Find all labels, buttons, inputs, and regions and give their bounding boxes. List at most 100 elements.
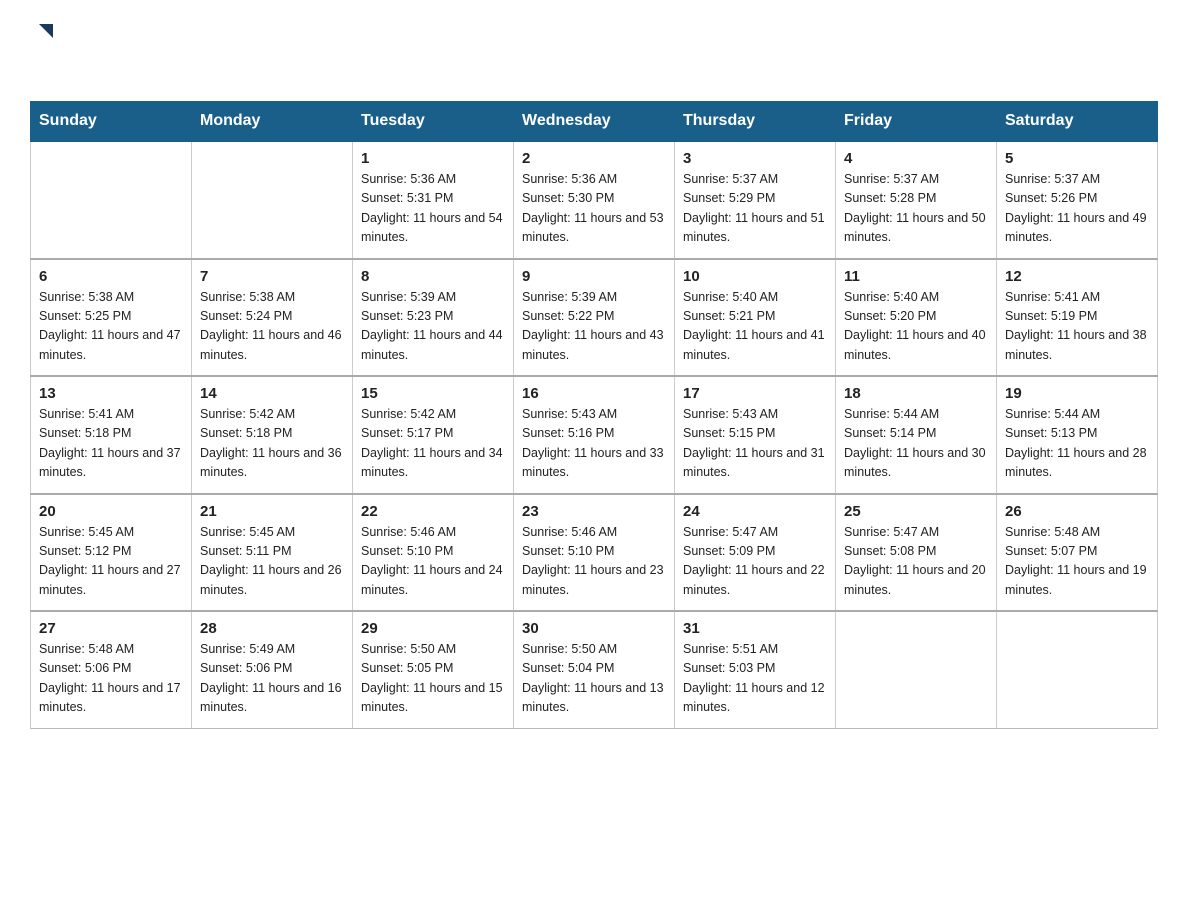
day-info: Sunrise: 5:49 AMSunset: 5:06 PMDaylight:… <box>200 640 344 718</box>
day-info: Sunrise: 5:36 AMSunset: 5:30 PMDaylight:… <box>522 170 666 248</box>
calendar-week-row: 27 Sunrise: 5:48 AMSunset: 5:06 PMDayligh… <box>31 611 1158 728</box>
calendar-cell: 17 Sunrise: 5:43 AMSunset: 5:15 PMDayligh… <box>675 376 836 494</box>
calendar-header-saturday: Saturday <box>997 102 1158 142</box>
day-info: Sunrise: 5:43 AMSunset: 5:16 PMDaylight:… <box>522 405 666 483</box>
day-info: Sunrise: 5:44 AMSunset: 5:13 PMDaylight:… <box>1005 405 1149 483</box>
day-number: 28 <box>200 620 344 637</box>
day-info: Sunrise: 5:37 AMSunset: 5:26 PMDaylight:… <box>1005 170 1149 248</box>
calendar-cell: 30 Sunrise: 5:50 AMSunset: 5:04 PMDayligh… <box>514 611 675 728</box>
day-info: Sunrise: 5:46 AMSunset: 5:10 PMDaylight:… <box>361 523 505 601</box>
day-number: 19 <box>1005 385 1149 402</box>
day-info: Sunrise: 5:41 AMSunset: 5:18 PMDaylight:… <box>39 405 183 483</box>
calendar-header-wednesday: Wednesday <box>514 102 675 142</box>
day-info: Sunrise: 5:39 AMSunset: 5:23 PMDaylight:… <box>361 288 505 366</box>
day-info: Sunrise: 5:45 AMSunset: 5:12 PMDaylight:… <box>39 523 183 601</box>
calendar-cell <box>836 611 997 728</box>
day-number: 22 <box>361 503 505 520</box>
day-number: 24 <box>683 503 827 520</box>
calendar-cell: 3Sunrise: 5:37 AMSunset: 5:29 PMDaylight… <box>675 141 836 259</box>
calendar-cell: 18 Sunrise: 5:44 AMSunset: 5:14 PMDayligh… <box>836 376 997 494</box>
day-info: Sunrise: 5:40 AMSunset: 5:21 PMDaylight:… <box>683 288 827 366</box>
day-info: Sunrise: 5:47 AMSunset: 5:09 PMDaylight:… <box>683 523 827 601</box>
calendar-cell: 9Sunrise: 5:39 AMSunset: 5:22 PMDaylight… <box>514 259 675 377</box>
calendar-cell: 24 Sunrise: 5:47 AMSunset: 5:09 PMDayligh… <box>675 494 836 612</box>
day-number: 29 <box>361 620 505 637</box>
logo-blue-text <box>30 49 32 82</box>
day-number: 11 <box>844 268 988 285</box>
logo <box>30 20 55 83</box>
day-info: Sunrise: 5:50 AMSunset: 5:04 PMDaylight:… <box>522 640 666 718</box>
calendar-header-row: SundayMondayTuesdayWednesdayThursdayFrid… <box>31 102 1158 142</box>
calendar-week-row: 13 Sunrise: 5:41 AMSunset: 5:18 PMDayligh… <box>31 376 1158 494</box>
day-number: 15 <box>361 385 505 402</box>
calendar-cell: 7Sunrise: 5:38 AMSunset: 5:24 PMDaylight… <box>192 259 353 377</box>
day-number: 5 <box>1005 150 1149 167</box>
day-info: Sunrise: 5:46 AMSunset: 5:10 PMDaylight:… <box>522 523 666 601</box>
day-number: 27 <box>39 620 183 637</box>
day-number: 2 <box>522 150 666 167</box>
calendar-header-friday: Friday <box>836 102 997 142</box>
day-info: Sunrise: 5:40 AMSunset: 5:20 PMDaylight:… <box>844 288 988 366</box>
calendar-cell: 8 Sunrise: 5:39 AMSunset: 5:23 PMDaylight… <box>353 259 514 377</box>
day-number: 1 <box>361 150 505 167</box>
day-number: 12 <box>1005 268 1149 285</box>
calendar-cell: 15 Sunrise: 5:42 AMSunset: 5:17 PMDayligh… <box>353 376 514 494</box>
calendar-cell: 1 Sunrise: 5:36 AMSunset: 5:31 PMDaylight… <box>353 141 514 259</box>
calendar-cell: 20 Sunrise: 5:45 AMSunset: 5:12 PMDayligh… <box>31 494 192 612</box>
calendar-week-row: 6Sunrise: 5:38 AMSunset: 5:25 PMDaylight… <box>31 259 1158 377</box>
day-number: 7 <box>200 268 344 285</box>
calendar-cell: 4 Sunrise: 5:37 AMSunset: 5:28 PMDaylight… <box>836 141 997 259</box>
calendar-header-thursday: Thursday <box>675 102 836 142</box>
day-number: 30 <box>522 620 666 637</box>
calendar-header-monday: Monday <box>192 102 353 142</box>
calendar-cell: 31 Sunrise: 5:51 AMSunset: 5:03 PMDayligh… <box>675 611 836 728</box>
calendar-header-sunday: Sunday <box>31 102 192 142</box>
calendar-cell: 2 Sunrise: 5:36 AMSunset: 5:30 PMDaylight… <box>514 141 675 259</box>
day-number: 31 <box>683 620 827 637</box>
day-info: Sunrise: 5:44 AMSunset: 5:14 PMDaylight:… <box>844 405 988 483</box>
calendar-cell: 28 Sunrise: 5:49 AMSunset: 5:06 PMDayligh… <box>192 611 353 728</box>
day-info: Sunrise: 5:37 AMSunset: 5:28 PMDaylight:… <box>844 170 988 248</box>
calendar-cell: 16 Sunrise: 5:43 AMSunset: 5:16 PMDayligh… <box>514 376 675 494</box>
day-number: 14 <box>200 385 344 402</box>
calendar-cell <box>192 141 353 259</box>
day-number: 4 <box>844 150 988 167</box>
page-header <box>30 20 1158 83</box>
day-info: Sunrise: 5:38 AMSunset: 5:25 PMDaylight:… <box>39 288 183 366</box>
calendar-cell: 14Sunrise: 5:42 AMSunset: 5:18 PMDayligh… <box>192 376 353 494</box>
day-number: 20 <box>39 503 183 520</box>
calendar-cell: 26Sunrise: 5:48 AMSunset: 5:07 PMDayligh… <box>997 494 1158 612</box>
day-info: Sunrise: 5:42 AMSunset: 5:17 PMDaylight:… <box>361 405 505 483</box>
calendar-week-row: 1 Sunrise: 5:36 AMSunset: 5:31 PMDaylight… <box>31 141 1158 259</box>
calendar-cell: 6Sunrise: 5:38 AMSunset: 5:25 PMDaylight… <box>31 259 192 377</box>
calendar-cell: 22 Sunrise: 5:46 AMSunset: 5:10 PMDayligh… <box>353 494 514 612</box>
day-info: Sunrise: 5:47 AMSunset: 5:08 PMDaylight:… <box>844 523 988 601</box>
day-info: Sunrise: 5:41 AMSunset: 5:19 PMDaylight:… <box>1005 288 1149 366</box>
calendar-cell: 11 Sunrise: 5:40 AMSunset: 5:20 PMDayligh… <box>836 259 997 377</box>
calendar-cell: 29 Sunrise: 5:50 AMSunset: 5:05 PMDayligh… <box>353 611 514 728</box>
day-number: 25 <box>844 503 988 520</box>
day-number: 8 <box>361 268 505 285</box>
day-number: 18 <box>844 385 988 402</box>
calendar-cell: 13 Sunrise: 5:41 AMSunset: 5:18 PMDayligh… <box>31 376 192 494</box>
day-info: Sunrise: 5:51 AMSunset: 5:03 PMDaylight:… <box>683 640 827 718</box>
calendar-week-row: 20 Sunrise: 5:45 AMSunset: 5:12 PMDayligh… <box>31 494 1158 612</box>
calendar-table: SundayMondayTuesdayWednesdayThursdayFrid… <box>30 101 1158 729</box>
day-number: 23 <box>522 503 666 520</box>
day-number: 17 <box>683 385 827 402</box>
calendar-cell: 5 Sunrise: 5:37 AMSunset: 5:26 PMDaylight… <box>997 141 1158 259</box>
day-info: Sunrise: 5:48 AMSunset: 5:06 PMDaylight:… <box>39 640 183 718</box>
day-number: 13 <box>39 385 183 402</box>
day-number: 16 <box>522 385 666 402</box>
calendar-cell: 25 Sunrise: 5:47 AMSunset: 5:08 PMDayligh… <box>836 494 997 612</box>
day-info: Sunrise: 5:36 AMSunset: 5:31 PMDaylight:… <box>361 170 505 248</box>
day-number: 10 <box>683 268 827 285</box>
logo-triangle-icon <box>33 20 55 47</box>
day-info: Sunrise: 5:48 AMSunset: 5:07 PMDaylight:… <box>1005 523 1149 601</box>
day-number: 21 <box>200 503 344 520</box>
day-info: Sunrise: 5:43 AMSunset: 5:15 PMDaylight:… <box>683 405 827 483</box>
day-info: Sunrise: 5:50 AMSunset: 5:05 PMDaylight:… <box>361 640 505 718</box>
calendar-cell: 27 Sunrise: 5:48 AMSunset: 5:06 PMDayligh… <box>31 611 192 728</box>
calendar-cell: 10 Sunrise: 5:40 AMSunset: 5:21 PMDayligh… <box>675 259 836 377</box>
day-number: 9 <box>522 268 666 285</box>
